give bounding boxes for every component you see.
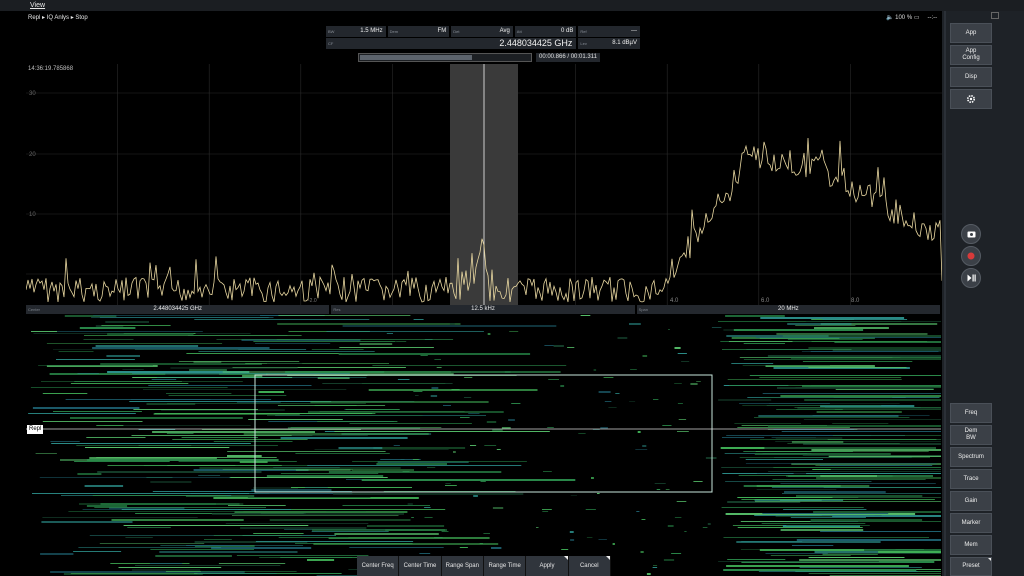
progress-fill <box>360 55 473 60</box>
range-time-button[interactable]: Range Time <box>483 556 527 576</box>
att-cell[interactable]: Att 0 dB <box>514 26 577 37</box>
cancel-button[interactable]: Cancel <box>568 556 611 576</box>
volume-status[interactable]: 🔈 100 % ▭ <box>886 15 920 21</box>
det-cell[interactable]: Det Avg <box>451 26 513 37</box>
dem-bw-button[interactable]: Dem BW <box>950 425 992 445</box>
center-freq-cell[interactable]: CF 2.448034425 GHz <box>326 38 577 49</box>
ref-cell[interactable]: Ref --- <box>578 26 640 37</box>
capture-timestamp: 14:36:19.785868 <box>28 66 74 72</box>
span-info-bar: Center 2.448034425 GHz Res 12.5 kHz Span 20… <box>26 305 942 314</box>
playback-time: 00:00.866 / 00:01.311 <box>536 53 600 62</box>
window-icon[interactable] <box>991 12 999 19</box>
waterfall-spectrogram[interactable] <box>26 315 941 576</box>
record-button[interactable] <box>961 246 981 266</box>
y-tick-30: 30 <box>29 91 36 97</box>
replay-tag[interactable]: Repl <box>27 425 44 434</box>
camera-icon <box>967 231 975 238</box>
center-freq-value: 2.448034425 GHz <box>499 38 573 48</box>
dem-cell[interactable]: Dem FM <box>387 26 450 37</box>
panel-divider <box>944 11 946 576</box>
progress-bar[interactable] <box>358 53 532 62</box>
x-tick-8: 8.0 <box>851 298 860 304</box>
status-area: 🔈 100 % ▭ --:-- <box>886 14 937 21</box>
screenshot-button[interactable] <box>961 224 981 244</box>
x-tick-small: -2.0 <box>308 298 317 304</box>
preset-button[interactable]: Preset <box>950 557 992 576</box>
record-icon <box>967 252 975 260</box>
marker-button[interactable]: Marker <box>950 513 992 533</box>
playback-progress: 00:00.866 / 00:01.311 <box>358 53 610 62</box>
app-config-button[interactable]: App Config <box>950 45 992 65</box>
apply-button[interactable]: Apply <box>526 556 569 576</box>
range-span-button[interactable]: Range Span <box>441 556 484 576</box>
y-tick-10: 10 <box>29 212 36 218</box>
trace-button[interactable]: Trace <box>950 469 992 489</box>
menu-view[interactable]: View <box>30 2 45 9</box>
level-cell[interactable]: Lev 8.1 dBµV <box>578 38 640 49</box>
x-tick-4: 4.0 <box>670 298 679 304</box>
settings-gear-icon <box>966 94 976 104</box>
bottom-softkey-bar: Center Freq Center Time Range Span Range… <box>357 556 611 576</box>
span-info[interactable]: Span 20 MHz <box>636 305 940 314</box>
gain-button[interactable]: Gain <box>950 491 992 511</box>
play-pause-button[interactable] <box>961 268 981 288</box>
app-button[interactable]: App <box>950 23 992 43</box>
resolution-info[interactable]: Res 12.5 kHz <box>331 305 635 314</box>
spectrum-button[interactable]: Spectrum <box>950 447 992 467</box>
center-time-button[interactable]: Center Time <box>399 556 442 576</box>
time-status: --:-- <box>927 15 938 21</box>
x-tick-6: 6.0 <box>761 298 770 304</box>
center-info[interactable]: Center 2.448034425 GHz <box>26 305 330 314</box>
y-tick-20: 20 <box>29 152 36 158</box>
center-freq-button[interactable]: Center Freq <box>357 556 400 576</box>
spectrum-display[interactable]: 30 20 10 -2.0 4.0 6.0 8.0 <box>26 64 942 305</box>
settings-button[interactable] <box>950 89 992 109</box>
breadcrumb[interactable]: Repl ▸ IQ Anlys ▸ Stop <box>28 14 88 21</box>
bw-cell[interactable]: BW 1.5 MHz <box>326 26 386 37</box>
waterfall-data <box>28 315 941 576</box>
display-button[interactable]: Disp <box>950 67 992 87</box>
left-strip <box>0 11 26 576</box>
freq-button[interactable]: Freq <box>950 403 992 423</box>
play-pause-icon <box>967 274 976 282</box>
menu-bar: View <box>0 0 1024 11</box>
mem-button[interactable]: Mem <box>950 535 992 555</box>
